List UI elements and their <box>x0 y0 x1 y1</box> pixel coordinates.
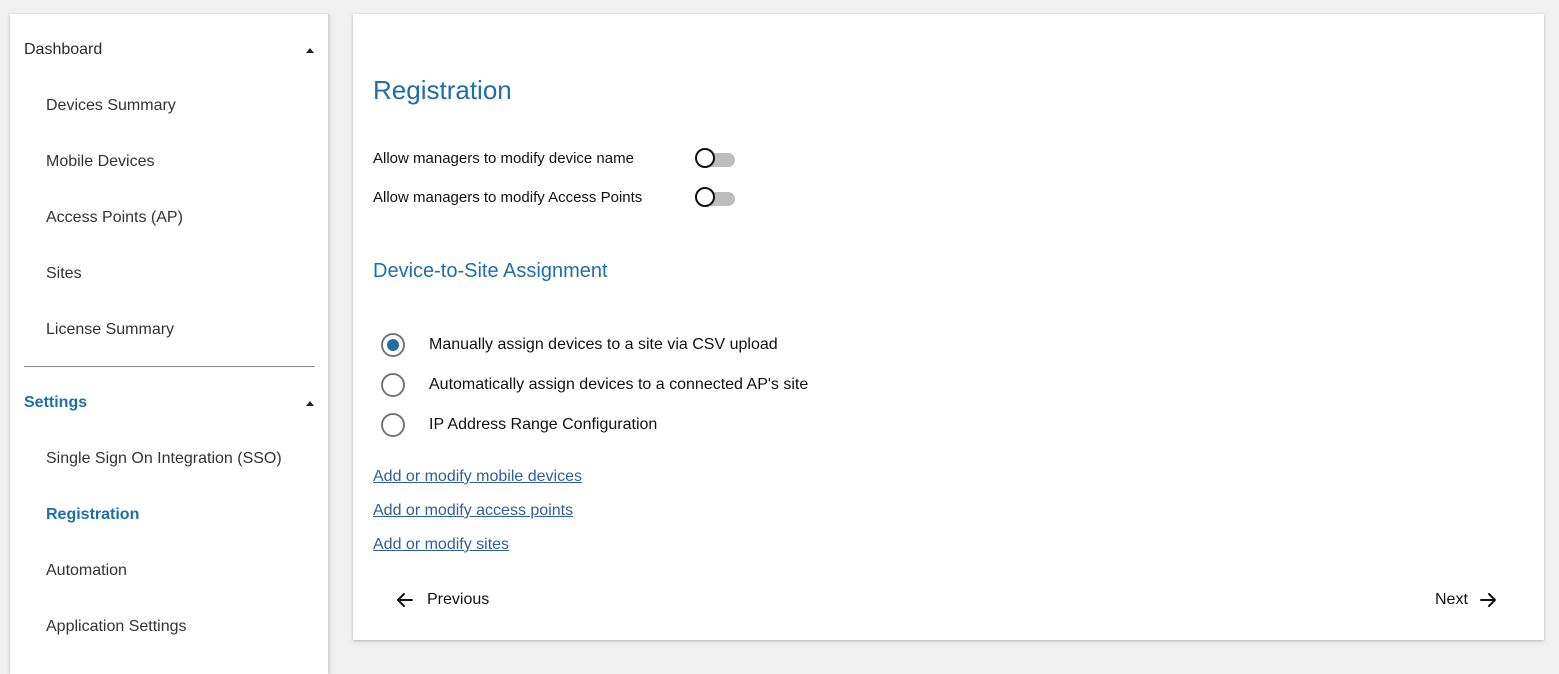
radio-option-auto-ap[interactable]: Automatically assign devices to a connec… <box>381 372 808 398</box>
toggle-label-access-points: Allow managers to modify Access Points <box>373 189 643 206</box>
radio-label: Automatically assign devices to a connec… <box>429 376 809 393</box>
next-button[interactable]: Next <box>1435 588 1498 612</box>
toggle-thumb <box>695 187 715 207</box>
sidebar-item-sites[interactable]: Sites <box>46 265 82 283</box>
radio-label: Manually assign devices to a site via CS… <box>429 336 778 353</box>
toggle-thumb <box>695 148 715 168</box>
link-sites[interactable]: Add or modify sites <box>373 536 509 554</box>
radio-option-ip-range[interactable]: IP Address Range Configuration <box>381 412 657 438</box>
link-access-points[interactable]: Add or modify access points <box>373 502 573 520</box>
sidebar-section-label: Dashboard <box>24 41 103 58</box>
arrow-right-icon <box>1479 593 1496 607</box>
sidebar: Dashboard Devices Summary Mobile Devices… <box>10 14 329 674</box>
sidebar-item-access-points[interactable]: Access Points (AP) <box>46 209 183 227</box>
caret-up-icon <box>306 400 314 406</box>
access-points-toggle[interactable] <box>695 186 735 210</box>
radio-dot <box>387 339 399 351</box>
sidebar-item-license-summary[interactable]: License Summary <box>46 321 174 339</box>
link-mobile-devices[interactable]: Add or modify mobile devices <box>373 468 582 486</box>
radio-button[interactable] <box>381 373 405 397</box>
sidebar-section-settings[interactable]: Settings <box>24 388 316 418</box>
section-title-assignment: Device-to-Site Assignment <box>373 260 608 282</box>
sidebar-section-label: Settings <box>24 394 88 411</box>
sidebar-item-application-settings[interactable]: Application Settings <box>46 618 187 636</box>
sidebar-item-automation[interactable]: Automation <box>46 562 127 580</box>
next-label: Next <box>1435 591 1468 608</box>
caret-up-icon <box>306 47 314 53</box>
sidebar-item-sso[interactable]: Single Sign On Integration (SSO) <box>46 450 282 468</box>
sidebar-item-mobile-devices[interactable]: Mobile Devices <box>46 153 154 171</box>
page-title: Registration <box>373 75 512 105</box>
radio-label: IP Address Range Configuration <box>429 416 658 433</box>
sidebar-item-devices-summary[interactable]: Devices Summary <box>46 97 176 115</box>
sidebar-item-registration[interactable]: Registration <box>46 506 139 524</box>
device-name-toggle[interactable] <box>695 147 735 171</box>
previous-label: Previous <box>427 591 490 608</box>
arrow-left-icon <box>397 593 413 607</box>
sidebar-divider <box>24 366 315 367</box>
radio-button[interactable] <box>381 413 405 437</box>
toggle-label-device-name: Allow managers to modify device name <box>373 150 634 167</box>
radio-option-manual-csv[interactable]: Manually assign devices to a site via CS… <box>381 332 778 358</box>
radio-button-selected[interactable] <box>381 333 405 357</box>
sidebar-section-dashboard[interactable]: Dashboard <box>24 35 316 65</box>
previous-button[interactable]: Previous <box>395 588 489 612</box>
main-panel: Registration Allow managers to modify de… <box>353 14 1544 640</box>
